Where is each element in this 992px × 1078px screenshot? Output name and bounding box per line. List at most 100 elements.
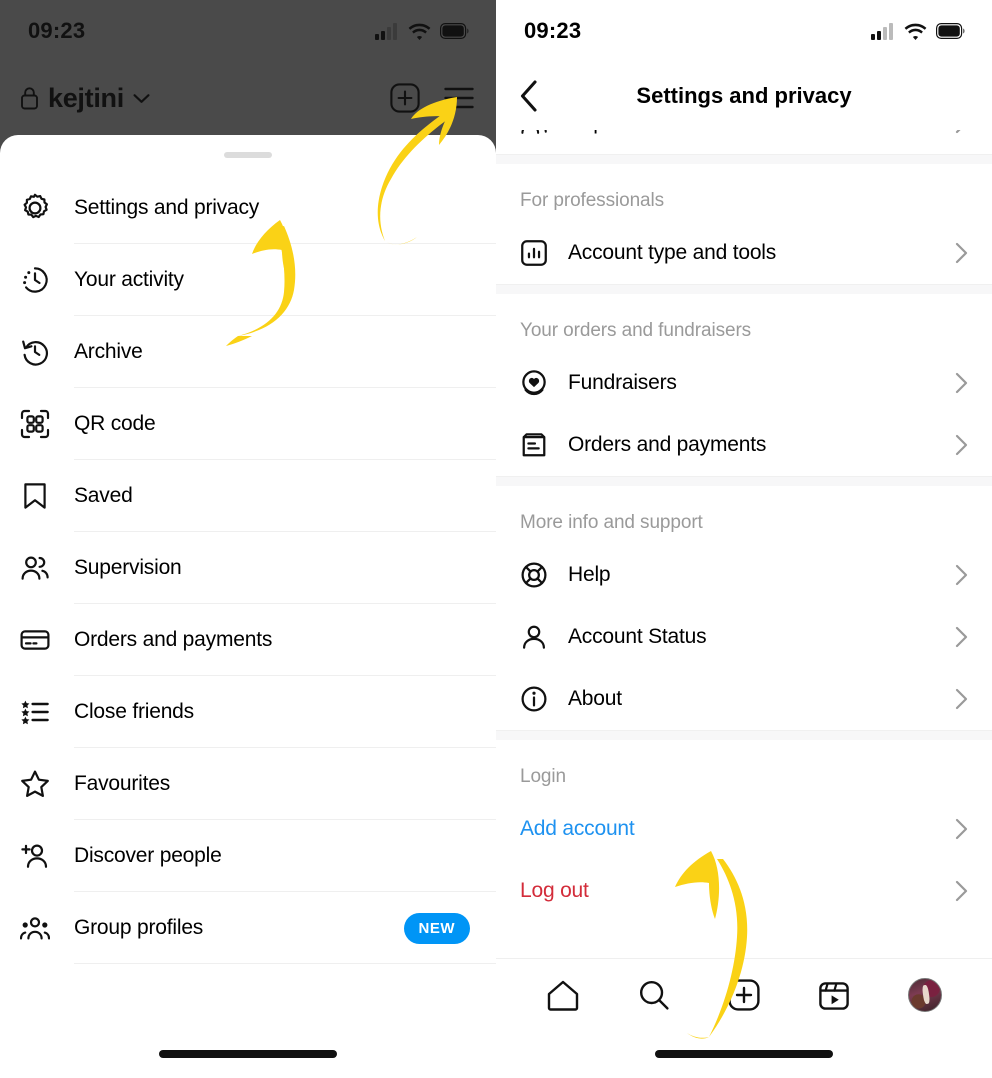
wifi-icon	[408, 23, 431, 40]
settings-row-supervision-clipped[interactable]: Supervision	[496, 130, 992, 154]
username-label: kejtini	[48, 82, 124, 113]
menu-item-archive[interactable]: Archive	[0, 316, 496, 388]
menu-item-orders-and-payments[interactable]: Orders and payments	[0, 604, 496, 676]
chevron-right-icon	[955, 688, 968, 710]
profile-tab[interactable]	[896, 966, 954, 1024]
settings-row-account-type-and-tools[interactable]: Account type and tools	[496, 222, 992, 284]
chevron-right-icon	[955, 564, 968, 586]
menu-item-your-activity[interactable]: Your activity	[0, 244, 496, 316]
right-phone-screen: 09:23 Settings and privacy For professio…	[496, 0, 992, 1078]
reels-tab[interactable]	[805, 966, 863, 1024]
menu-item-label: Settings and privacy	[74, 196, 260, 219]
supervision-people-icon	[520, 130, 568, 137]
cellular-icon	[375, 22, 397, 40]
qr-code-icon	[20, 409, 74, 439]
home-indicator	[655, 1050, 833, 1058]
menu-list: Settings and privacy Your activity Archi…	[0, 172, 496, 964]
section-divider	[496, 476, 992, 486]
new-badge: NEW	[403, 912, 470, 944]
drag-handle[interactable]	[224, 152, 272, 158]
page-title: Settings and privacy	[636, 83, 852, 108]
instagram-header: kejtini	[0, 62, 496, 134]
chevron-right-icon	[955, 626, 968, 648]
menu-item-supervision[interactable]: Supervision	[0, 532, 496, 604]
status-time: 09:23	[524, 18, 582, 43]
menu-item-label: Orders and payments	[74, 628, 273, 651]
settings-row-label: Help	[568, 563, 611, 586]
settings-row-account-status[interactable]: Account Status	[496, 606, 992, 668]
menu-item-saved[interactable]: Saved	[0, 460, 496, 532]
activity-clock-icon	[20, 265, 74, 295]
menu-item-label: Discover people	[74, 844, 222, 867]
reels-icon	[819, 981, 850, 1010]
chevron-right-icon	[955, 434, 968, 456]
home-icon	[547, 980, 579, 1011]
menu-item-qr-code[interactable]: QR code	[0, 388, 496, 460]
menu-item-label: Group profiles	[74, 916, 204, 939]
section-divider	[496, 730, 992, 740]
username-switcher[interactable]: kejtini	[20, 83, 150, 114]
section-title-for-professionals: For professionals	[520, 190, 665, 211]
heart-circle-icon	[520, 369, 568, 397]
menu-item-label: QR code	[74, 412, 156, 435]
add-person-icon	[20, 841, 74, 871]
settings-scroll-area[interactable]: Supervision For professionals Account ty…	[496, 130, 992, 922]
gear-icon	[20, 193, 74, 223]
cellular-icon	[871, 22, 893, 40]
status-icons	[871, 22, 966, 40]
settings-row-fundraisers[interactable]: Fundraisers	[496, 352, 992, 414]
lock-icon	[21, 87, 38, 110]
menu-item-label: Close friends	[74, 700, 194, 723]
menu-item-favourites[interactable]: Favourites	[0, 748, 496, 820]
supervision-people-icon	[20, 553, 74, 583]
header-actions	[390, 83, 474, 113]
status-bar: 09:23	[0, 0, 496, 62]
menu-item-discover-people[interactable]: Discover people	[0, 820, 496, 892]
search-tab[interactable]	[625, 966, 683, 1024]
section-divider	[496, 284, 992, 294]
chevron-right-icon	[955, 372, 968, 394]
settings-row-log-out[interactable]: Log out	[496, 860, 992, 922]
settings-row-label: Fundraisers	[568, 371, 677, 394]
plus-box-icon	[728, 978, 760, 1011]
settings-row-label: Add account	[520, 817, 635, 840]
settings-row-label: Account type and tools	[568, 241, 777, 264]
navigation-header: Settings and privacy	[496, 62, 992, 130]
menu-item-label: Favourites	[74, 772, 171, 795]
bookmark-icon	[20, 481, 74, 511]
settings-row-label: Supervision	[568, 130, 676, 135]
status-time: 09:23	[28, 18, 86, 43]
create-tab[interactable]	[715, 966, 773, 1024]
person-icon	[520, 623, 568, 651]
create-post-icon[interactable]	[390, 83, 420, 113]
settings-row-label: Account Status	[568, 625, 707, 648]
settings-row-about[interactable]: About	[496, 668, 992, 730]
avatar-icon	[907, 977, 942, 1012]
battery-icon	[440, 23, 469, 39]
hamburger-menu-icon[interactable]	[444, 87, 474, 109]
settings-row-add-account[interactable]: Add account	[496, 798, 992, 860]
archive-clock-icon	[20, 337, 74, 367]
row-separator	[74, 963, 496, 964]
menu-item-close-friends[interactable]: Close friends	[0, 676, 496, 748]
settings-row-help[interactable]: Help	[496, 544, 992, 606]
section-title-login: Login	[520, 766, 566, 787]
menu-item-label: Saved	[74, 484, 133, 507]
chevron-right-icon	[955, 880, 968, 902]
credit-card-icon	[20, 625, 74, 655]
settings-row-orders-and-payments[interactable]: Orders and payments	[496, 414, 992, 476]
home-tab[interactable]	[534, 966, 592, 1024]
menu-item-label: Your activity	[74, 268, 184, 291]
back-chevron-icon[interactable]	[520, 80, 538, 112]
menu-item-settings-and-privacy[interactable]: Settings and privacy	[0, 172, 496, 244]
dual-screenshot-container: 09:23 kejtini Settings and privacy Your …	[0, 0, 992, 1078]
section-title-your-orders-and-fundraisers: Your orders and fundraisers	[520, 320, 752, 341]
info-circle-icon	[520, 685, 568, 713]
status-bar: 09:23	[496, 0, 992, 62]
menu-item-label: Supervision	[74, 556, 182, 579]
section-divider	[496, 154, 992, 164]
group-profiles-icon	[20, 913, 74, 943]
settings-row-label: Log out	[520, 879, 589, 902]
receipt-box-icon	[520, 431, 568, 459]
menu-item-group-profiles[interactable]: Group profiles NEW	[0, 892, 496, 964]
